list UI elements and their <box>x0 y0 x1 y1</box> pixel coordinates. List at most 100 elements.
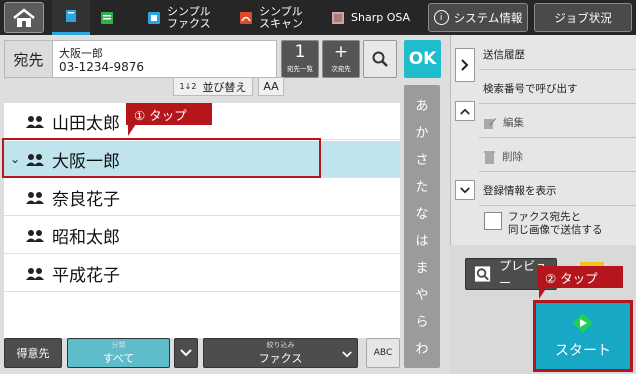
contact-name: 奈良花子 <box>52 189 120 210</box>
group-icon <box>26 268 44 280</box>
group-icon <box>26 230 44 242</box>
edit-label: 編集 <box>503 117 524 129</box>
kana-index-bar[interactable]: あ か さ た な は ま や ら わ <box>404 85 440 368</box>
category-select[interactable]: 分類 すべて <box>67 338 170 368</box>
top-bar: シンプル ファクス シンプル スキャン Sharp OSA i システム情報 ジ… <box>0 0 636 35</box>
kana-index-item[interactable]: や <box>404 284 440 303</box>
job-status-label: ジョブ状況 <box>554 10 612 25</box>
pencil-icon <box>484 118 496 129</box>
chevron-down-icon <box>342 351 352 358</box>
fax-icon <box>101 11 113 24</box>
sort-label: 並び替え <box>202 80 247 94</box>
tab-simple-fax[interactable]: シンプル ファクス <box>147 0 227 35</box>
start-label: スタート <box>555 343 611 359</box>
system-info-button[interactable]: i システム情報 <box>428 3 528 32</box>
kana-index-item[interactable]: ま <box>404 257 440 276</box>
show-registration-item[interactable]: 登録情報を表示 <box>483 183 557 198</box>
divider <box>479 103 636 104</box>
group-icon <box>26 116 44 128</box>
scroll-down-button[interactable] <box>455 180 475 200</box>
narrow-filter-select[interactable]: 絞り込み ファクス <box>203 338 358 368</box>
same-image-checkbox[interactable] <box>484 212 502 230</box>
callout-pointer <box>539 287 547 299</box>
search-icon <box>372 51 388 67</box>
next-destination-button[interactable]: + 次宛先 <box>322 40 360 78</box>
narrow-value: ファクス <box>258 352 303 365</box>
category-dropdown-button[interactable] <box>174 338 198 368</box>
divider <box>479 69 636 70</box>
chevron-down-icon <box>180 349 192 357</box>
category-value: すべて <box>102 352 135 365</box>
filter-bar: 得意先 分類 すべて 絞り込み ファクス ABC <box>4 338 400 371</box>
kana-index-item[interactable]: さ <box>404 149 440 168</box>
kana-index-item[interactable]: あ <box>404 95 440 114</box>
az-toggle-button[interactable]: AA <box>258 77 284 96</box>
contact-name: 昭和太郎 <box>52 227 120 248</box>
kana-index-item[interactable]: わ <box>404 338 440 357</box>
destination-count: 1 <box>294 42 306 62</box>
group-icon <box>26 192 44 204</box>
preview-icon <box>474 266 491 282</box>
divider <box>479 171 636 172</box>
favorite-label: 得意先 <box>16 347 50 360</box>
search-button[interactable] <box>363 40 397 78</box>
start-button[interactable]: スタート <box>533 300 633 372</box>
kana-index-item[interactable]: な <box>404 203 440 222</box>
delete-label: 削除 <box>502 151 523 163</box>
job-status-button[interactable]: ジョブ状況 <box>534 3 632 32</box>
scroll-up-button[interactable] <box>455 101 475 121</box>
send-history-item[interactable]: 送信履歴 <box>483 47 525 62</box>
chevron-right-icon <box>461 59 469 71</box>
category-caption: 分類 <box>111 341 126 349</box>
tab-sharp-osa[interactable]: Sharp OSA <box>331 0 421 35</box>
plus-icon: + <box>333 42 349 62</box>
kana-index-item[interactable]: か <box>404 122 440 141</box>
tab-address-book[interactable] <box>52 0 90 35</box>
action-menu: 送信履歴 検索番号で呼び出す 編集 削除 登録情報を表示 ファクス宛先と 同じ画… <box>450 35 636 245</box>
destination-list-caption: 宛先一覧 <box>287 65 313 73</box>
trash-icon <box>484 151 495 164</box>
delete-item[interactable]: 削除 <box>483 149 523 164</box>
callout-pointer <box>128 124 136 136</box>
ok-button[interactable]: OK <box>404 40 441 78</box>
chevron-down-icon <box>460 186 470 193</box>
callout-tap-2: ② タップ <box>537 266 623 288</box>
search-call-item[interactable]: 検索番号で呼び出す <box>483 81 578 96</box>
abc-label: ABC <box>373 348 393 358</box>
kana-index-item[interactable]: た <box>404 176 440 195</box>
destination-list-button[interactable]: 1 宛先一覧 <box>281 40 319 78</box>
scan-simple-icon <box>240 11 252 24</box>
list-item[interactable]: 昭和太郎 <box>4 217 400 254</box>
divider <box>479 205 636 206</box>
list-item[interactable]: 平成花子 <box>4 255 400 292</box>
tab-simple-scan-label: シンプル スキャン <box>259 4 303 30</box>
kana-index-item[interactable]: は <box>404 230 440 249</box>
tab-simple-scan[interactable]: シンプル スキャン <box>239 0 319 35</box>
destination-number: 03-1234-9876 <box>59 60 145 74</box>
home-button[interactable] <box>4 2 44 33</box>
abc-button[interactable]: ABC <box>366 338 400 368</box>
narrow-caption: 絞り込み <box>266 341 295 349</box>
tab-sharp-osa-label: Sharp OSA <box>351 10 411 24</box>
edit-item[interactable]: 編集 <box>483 115 524 130</box>
home-icon <box>13 7 35 27</box>
tab-fax[interactable] <box>100 0 130 35</box>
tab-simple-fax-label: シンプル ファクス <box>167 4 211 30</box>
sort-icon: 1↓2 <box>179 82 197 91</box>
destination-label: 宛先 <box>5 41 53 77</box>
panel-toggle-button[interactable] <box>455 48 475 82</box>
contact-name: 平成花子 <box>52 265 120 286</box>
address-book-panel: 宛先 大阪一郎 03-1234-9876 1 宛先一覧 + 次宛先 OK 1↓2… <box>0 35 450 374</box>
favorite-button[interactable]: 得意先 <box>4 338 62 368</box>
address-book-icon <box>66 10 76 22</box>
list-item[interactable]: 奈良花子 <box>4 179 400 216</box>
start-diamond-icon <box>573 313 593 333</box>
sort-button[interactable]: 1↓2 並び替え <box>173 77 253 96</box>
system-info-label: システム情報 <box>453 10 523 25</box>
fax-simple-icon <box>148 11 160 24</box>
az-toggle-label: AA <box>263 80 279 93</box>
destination-field[interactable]: 宛先 大阪一郎 03-1234-9876 <box>4 40 277 78</box>
selection-highlight-outline <box>2 138 321 178</box>
callout-tap-1: ① タップ <box>126 103 212 125</box>
kana-index-item[interactable]: ら <box>404 311 440 330</box>
